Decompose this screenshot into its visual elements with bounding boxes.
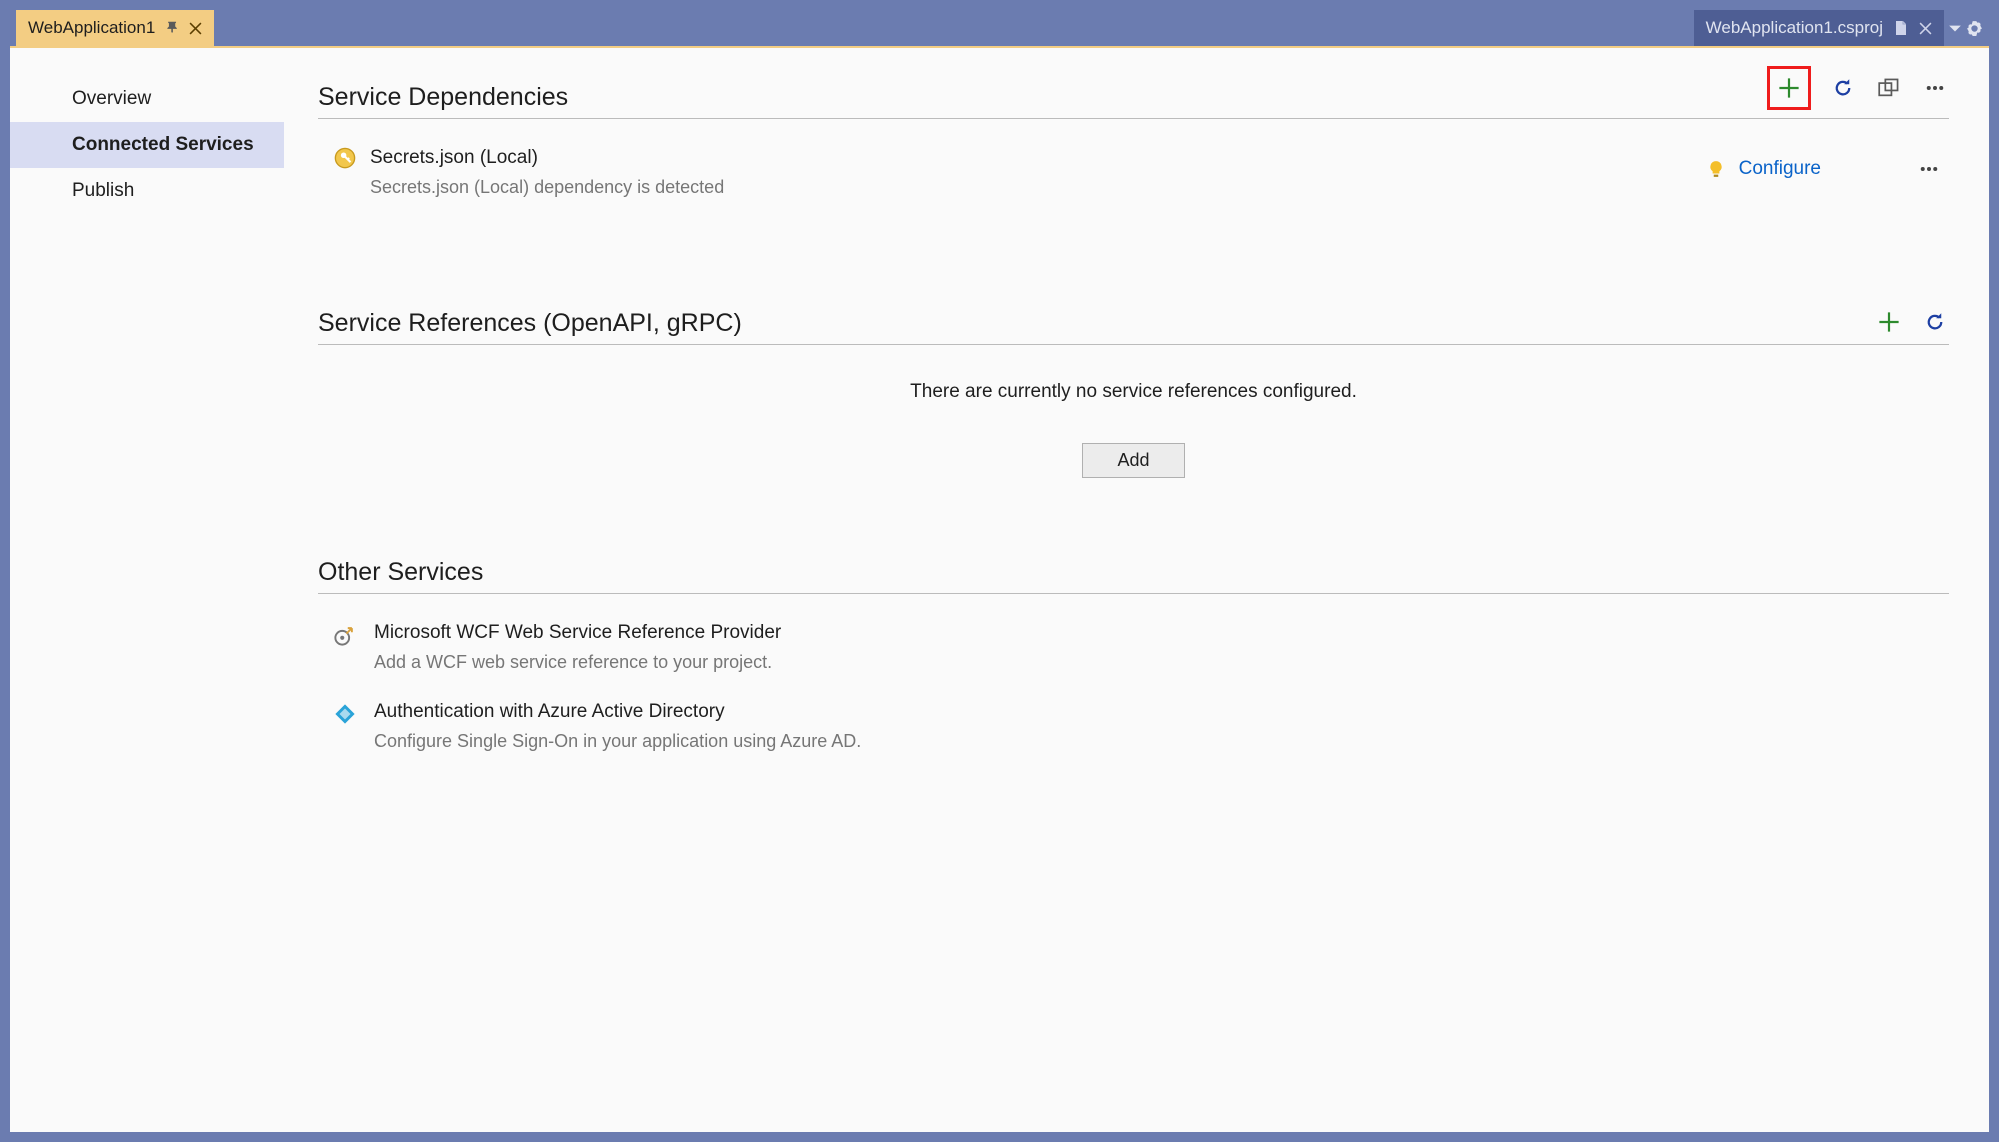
- wcf-icon: [334, 622, 358, 673]
- add-dependency-button[interactable]: [1767, 66, 1811, 110]
- close-icon[interactable]: [189, 22, 202, 35]
- add-reference-button[interactable]: [1875, 308, 1903, 336]
- chevron-down-icon[interactable]: [1948, 21, 1962, 35]
- add-reference-button[interactable]: Add: [1082, 443, 1184, 478]
- sidebar-item-label: Publish: [72, 180, 134, 201]
- configure-link[interactable]: Configure: [1739, 158, 1821, 180]
- section-header-other: Other Services: [318, 558, 1949, 594]
- refresh-icon[interactable]: [1921, 308, 1949, 336]
- refresh-icon[interactable]: [1829, 74, 1857, 102]
- references-empty-message: There are currently no service reference…: [318, 381, 1949, 403]
- sidebar-item-label: Connected Services: [72, 134, 254, 155]
- dependency-row: Secrets.json (Local) Secrets.json (Local…: [318, 119, 1949, 198]
- section-title: Service References (OpenAPI, gRPC): [318, 309, 742, 338]
- more-icon[interactable]: [1915, 155, 1943, 183]
- pin-icon[interactable]: [165, 21, 179, 35]
- sidebar-item-publish[interactable]: Publish: [10, 168, 284, 214]
- other-service-title: Microsoft WCF Web Service Reference Prov…: [374, 622, 781, 644]
- sidebar-item-connected-services[interactable]: Connected Services: [10, 122, 284, 168]
- dependency-title: Secrets.json (Local): [370, 147, 724, 169]
- tab-csproj[interactable]: WebApplication1.csproj: [1694, 10, 1944, 46]
- sidebar-item-overview[interactable]: Overview: [10, 76, 284, 122]
- other-service-title: Authentication with Azure Active Directo…: [374, 701, 861, 723]
- other-service-aad[interactable]: Authentication with Azure Active Directo…: [318, 673, 1949, 752]
- secrets-icon: [334, 147, 356, 198]
- other-service-desc: Add a WCF web service reference to your …: [374, 652, 781, 673]
- section-header-dependencies: Service Dependencies: [318, 66, 1949, 119]
- more-icon[interactable]: [1921, 74, 1949, 102]
- tab-webapplication1[interactable]: WebApplication1: [16, 10, 214, 46]
- lightbulb-icon: [1707, 160, 1725, 178]
- close-icon[interactable]: [1919, 22, 1932, 35]
- tab-title: WebApplication1: [28, 18, 155, 38]
- dependency-subtitle: Secrets.json (Local) dependency is detec…: [370, 177, 724, 198]
- sidebar-item-label: Overview: [72, 88, 151, 109]
- gear-icon[interactable]: [1966, 20, 1983, 37]
- section-title: Service Dependencies: [318, 83, 568, 112]
- azure-ad-icon: [334, 701, 358, 752]
- section-header-references: Service References (OpenAPI, gRPC): [318, 308, 1949, 345]
- file-icon: [1893, 20, 1909, 36]
- tab-title: WebApplication1.csproj: [1706, 18, 1883, 38]
- popout-icon[interactable]: [1875, 74, 1903, 102]
- section-title: Other Services: [318, 558, 483, 587]
- other-service-wcf[interactable]: Microsoft WCF Web Service Reference Prov…: [318, 594, 1949, 673]
- sidebar: Overview Connected Services Publish: [10, 48, 284, 1132]
- tab-strip: WebApplication1 WebApplication1.csproj: [10, 10, 1989, 46]
- other-service-desc: Configure Single Sign-On in your applica…: [374, 731, 861, 752]
